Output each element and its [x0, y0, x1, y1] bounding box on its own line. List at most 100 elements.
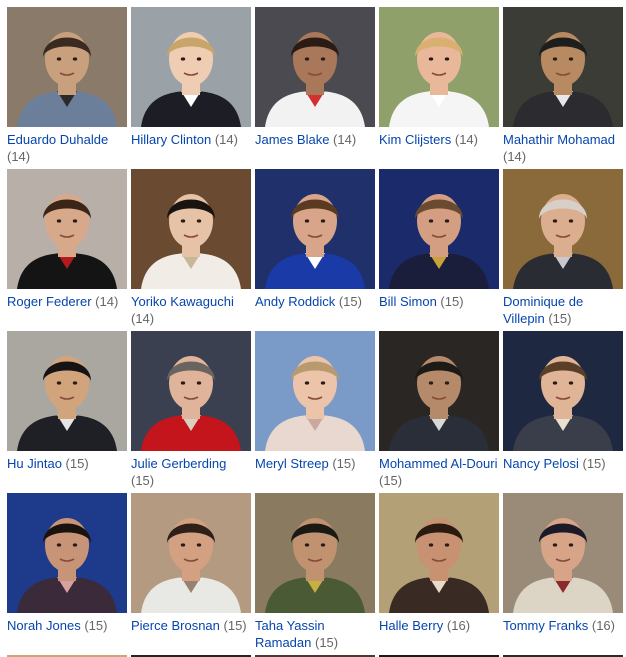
person-photo[interactable]: [503, 169, 623, 289]
person-photo[interactable]: [379, 493, 499, 613]
person-caption: Nancy Pelosi (15): [503, 455, 623, 472]
person-caption: Dominique de Villepin (15): [503, 293, 623, 327]
image-count: (14): [503, 149, 527, 164]
person-photo[interactable]: [131, 331, 251, 451]
person-name-link[interactable]: Julie Gerberding: [131, 456, 226, 471]
person-photo[interactable]: [503, 493, 623, 613]
portrait-graphic: [255, 7, 375, 127]
person-card: Yoriko Kawaguchi (14): [131, 169, 251, 331]
person-name-link[interactable]: Kim Clijsters: [379, 132, 451, 147]
person-name-link[interactable]: Meryl Streep: [255, 456, 329, 471]
image-count: (15): [548, 311, 572, 326]
person-name-link[interactable]: Nancy Pelosi: [503, 456, 579, 471]
person-name-link[interactable]: Eduardo Duhalde: [7, 132, 108, 147]
person-photo[interactable]: [131, 169, 251, 289]
person-caption: James Blake (14): [255, 131, 375, 148]
portrait-graphic: [7, 7, 127, 127]
person-card: Mohammed Al-Douri (15): [379, 331, 499, 493]
person-photo[interactable]: [379, 169, 499, 289]
person-caption: Kim Clijsters (14): [379, 131, 499, 148]
person-photo[interactable]: [379, 7, 499, 127]
person-caption: Hillary Clinton (14): [131, 131, 251, 148]
person-name-link[interactable]: Bill Simon: [379, 294, 437, 309]
portrait-graphic: [131, 169, 251, 289]
portrait-graphic: [379, 493, 499, 613]
person-photo[interactable]: [7, 331, 127, 451]
person-caption: Taha Yassin Ramadan (15): [255, 617, 375, 651]
portrait-graphic: [379, 7, 499, 127]
person-caption: Tommy Franks (16): [503, 617, 623, 634]
person-photo[interactable]: [131, 493, 251, 613]
person-caption: Roger Federer (14): [7, 293, 127, 310]
portrait-graphic: [503, 493, 623, 613]
person-photo[interactable]: [255, 331, 375, 451]
image-count: (15): [315, 635, 339, 650]
person-card: Nancy Pelosi (15): [503, 331, 623, 493]
person-caption: Hu Jintao (15): [7, 455, 127, 472]
person-caption: Meryl Streep (15): [255, 455, 375, 472]
person-photo[interactable]: [7, 7, 127, 127]
person-name-link[interactable]: James Blake: [255, 132, 329, 147]
person-card: Hu Jintao (15): [7, 331, 127, 493]
portrait-graphic: [131, 493, 251, 613]
portrait-graphic: [131, 7, 251, 127]
image-count: (15): [379, 473, 403, 488]
person-photo[interactable]: [503, 7, 623, 127]
person-photo[interactable]: [255, 169, 375, 289]
person-name-link[interactable]: Hu Jintao: [7, 456, 62, 471]
person-card: Julie Gerberding (15): [131, 331, 251, 493]
person-photo[interactable]: [7, 169, 127, 289]
person-caption: Andy Roddick (15): [255, 293, 375, 310]
person-name-link[interactable]: Hillary Clinton: [131, 132, 211, 147]
person-caption: Julie Gerberding (15): [131, 455, 251, 489]
image-count: (15): [332, 456, 356, 471]
person-name-link[interactable]: Halle Berry: [379, 618, 443, 633]
person-name-link[interactable]: Mahathir Mohamad: [503, 132, 615, 147]
person-caption: Pierce Brosnan (15): [131, 617, 251, 634]
person-card: Meryl Streep (15): [255, 331, 375, 493]
person-photo[interactable]: [7, 493, 127, 613]
image-count: (15): [338, 294, 362, 309]
person-caption: Mohammed Al-Douri (15): [379, 455, 499, 489]
person-photo[interactable]: [255, 493, 375, 613]
person-name-link[interactable]: Yoriko Kawaguchi: [131, 294, 234, 309]
person-card: Halle Berry (16): [379, 493, 499, 655]
person-caption: Halle Berry (16): [379, 617, 499, 634]
person-caption: Yoriko Kawaguchi (14): [131, 293, 251, 327]
person-card: Mahathir Mohamad (14): [503, 7, 623, 169]
person-photo[interactable]: [379, 331, 499, 451]
portrait-graphic: [379, 331, 499, 451]
person-card: Pierce Brosnan (15): [131, 493, 251, 655]
image-count: (16): [446, 618, 471, 633]
person-name-link[interactable]: Tommy Franks: [503, 618, 588, 633]
image-count: (15): [223, 618, 247, 633]
person-card: James Blake (14): [255, 7, 375, 169]
person-card: Taha Yassin Ramadan (15): [255, 493, 375, 655]
image-count: (15): [65, 456, 89, 471]
person-caption: Norah Jones (15): [7, 617, 127, 634]
image-count: (15): [131, 473, 155, 488]
image-count: (14): [333, 132, 357, 147]
portrait-graphic: [379, 169, 499, 289]
person-card: Kim Clijsters (14): [379, 7, 499, 169]
person-photo[interactable]: [131, 7, 251, 127]
image-count: (16): [591, 618, 615, 633]
person-name-link[interactable]: Pierce Brosnan: [131, 618, 220, 633]
portrait-graphic: [7, 331, 127, 451]
person-photo[interactable]: [255, 7, 375, 127]
person-name-link[interactable]: Norah Jones: [7, 618, 81, 633]
image-count: (14): [7, 149, 31, 164]
person-caption: Mahathir Mohamad (14): [503, 131, 623, 165]
person-name-link[interactable]: Roger Federer: [7, 294, 92, 309]
person-photo[interactable]: [503, 331, 623, 451]
person-name-link[interactable]: Mohammed Al-Douri: [379, 456, 498, 471]
portrait-graphic: [503, 331, 623, 451]
image-count: (14): [214, 132, 238, 147]
person-name-link[interactable]: Andy Roddick: [255, 294, 335, 309]
image-count: (15): [440, 294, 464, 309]
image-count: (15): [84, 618, 108, 633]
person-caption: Eduardo Duhalde (14): [7, 131, 127, 165]
image-count: (14): [454, 132, 478, 147]
person-card: Andy Roddick (15): [255, 169, 375, 331]
image-count: (14): [131, 311, 155, 326]
